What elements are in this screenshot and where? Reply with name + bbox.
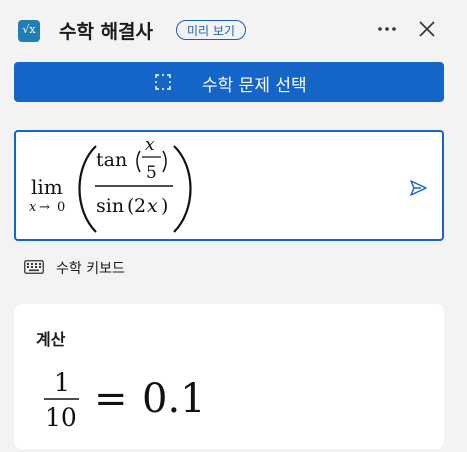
- result-equals: =: [94, 376, 128, 422]
- app-header: √x 수학 해결사 미리 보기: [0, 0, 467, 58]
- more-options-button[interactable]: [373, 15, 401, 43]
- result-denominator: 10: [45, 403, 77, 432]
- result-numerator: 1: [54, 368, 70, 397]
- numerator-open-paren: [136, 150, 141, 173]
- limit-operator: lim: [31, 175, 63, 199]
- math-input-field[interactable]: lim x → 0 tan x 5 sin ( 2 x ): [14, 130, 444, 241]
- close-icon: [419, 21, 435, 37]
- preview-badge: 미리 보기: [176, 20, 246, 40]
- numerator-close-paren: [162, 150, 167, 173]
- selection-icon: [155, 74, 171, 90]
- left-paren: [78, 145, 97, 233]
- limit-subscript-value: 0: [57, 200, 65, 215]
- app-title: 수학 해결사: [59, 21, 154, 43]
- denominator-function: sin: [96, 195, 124, 217]
- denominator-coefficient: 2: [134, 195, 146, 217]
- math-solver-app-icon: √x: [18, 20, 40, 42]
- result-value: 0.1: [142, 376, 206, 422]
- close-button[interactable]: [413, 15, 441, 43]
- math-expression: lim x → 0 tan x 5 sin ( 2 x ): [29, 135, 192, 233]
- denominator-close-paren: ): [161, 195, 168, 217]
- right-paren: [173, 145, 192, 233]
- select-math-problem-button[interactable]: 수학 문제 선택: [14, 62, 444, 102]
- math-keyboard-label: 수학 키보드: [56, 261, 125, 277]
- app-icon-glyph: √x: [22, 23, 36, 36]
- result-card: 계산 1 10 = 0.1: [14, 304, 444, 449]
- limit-subscript-var: x: [29, 200, 37, 215]
- limit-subscript-arrow: →: [39, 200, 50, 215]
- submit-button[interactable]: [406, 176, 430, 200]
- numerator-function: tan: [96, 149, 127, 171]
- send-icon: [410, 180, 427, 196]
- result-card-title: 계산: [36, 330, 66, 349]
- select-math-problem-label: 수학 문제 선택: [202, 76, 307, 96]
- denominator-variable: x: [147, 195, 158, 217]
- inner-numerator: x: [145, 135, 155, 155]
- result-expression: 1 10 = 0.1: [44, 368, 206, 432]
- keyboard-icon: [24, 260, 44, 274]
- inner-denominator: 5: [146, 163, 157, 183]
- more-horizontal-icon: [378, 27, 396, 31]
